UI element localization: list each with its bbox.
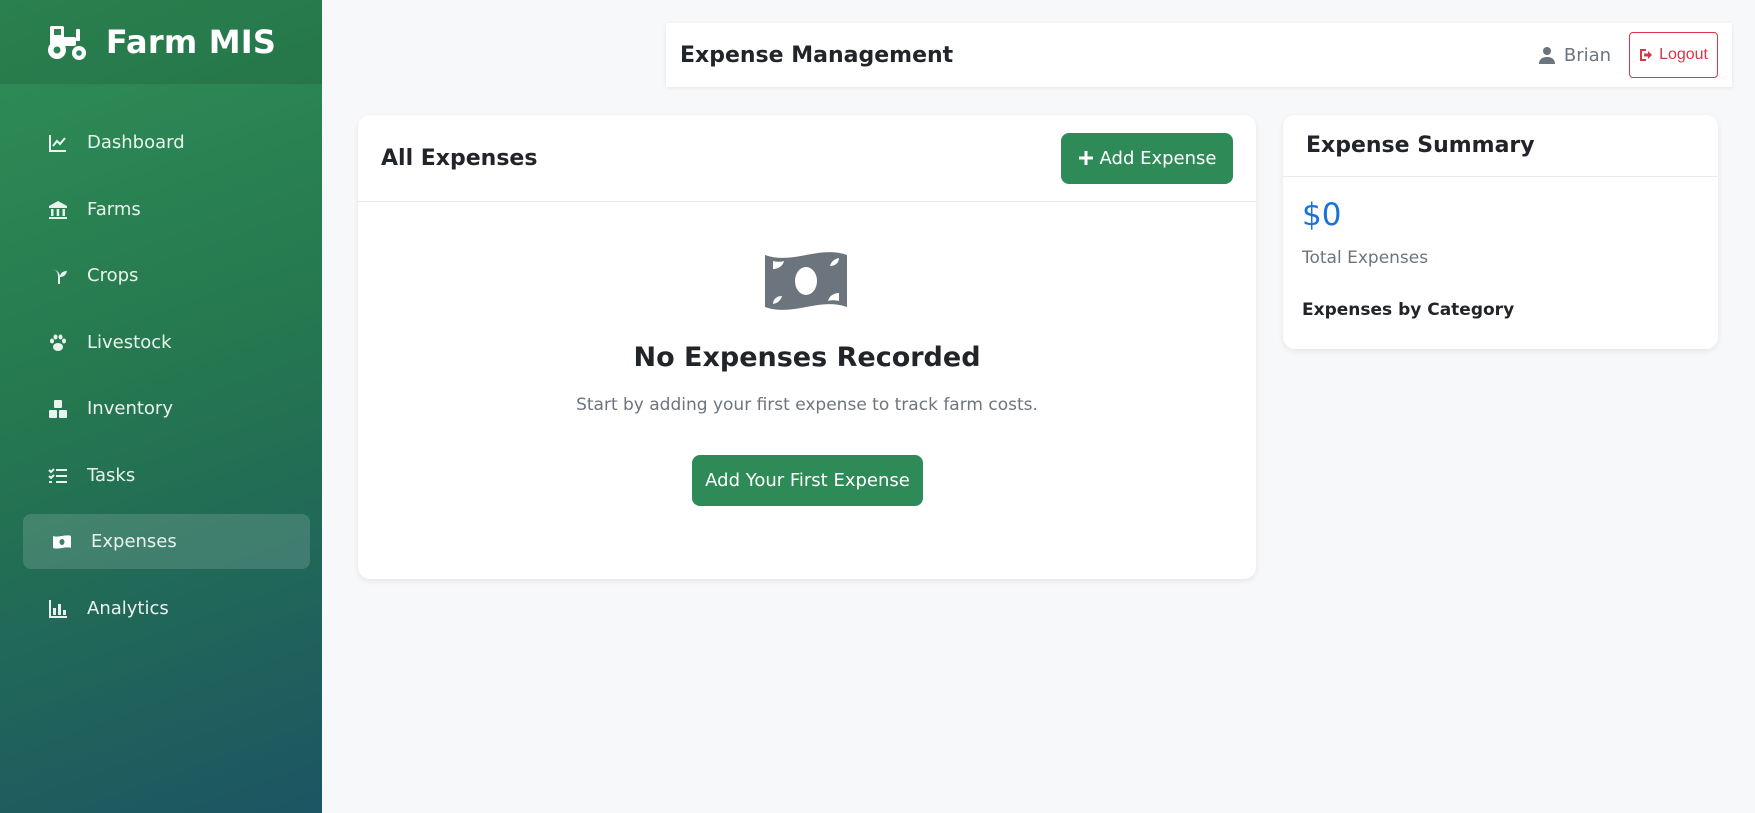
tractor-icon bbox=[47, 26, 86, 60]
seedling-icon bbox=[47, 265, 69, 287]
summary-header: Expense Summary bbox=[1283, 115, 1718, 177]
expenses-card-title: All Expenses bbox=[381, 145, 538, 171]
user-menu[interactable]: Brian bbox=[1538, 45, 1611, 66]
add-expense-label: Add Expense bbox=[1099, 147, 1217, 169]
sidebar-item-label: Livestock bbox=[87, 332, 172, 353]
total-expenses-label: Total Expenses bbox=[1302, 248, 1429, 268]
money-bill-icon bbox=[765, 252, 847, 310]
sidebar-item-label: Inventory bbox=[87, 398, 173, 419]
sidebar-item-label: Farms bbox=[87, 199, 141, 220]
building-icon bbox=[47, 199, 69, 221]
logout-button[interactable]: Logout bbox=[1629, 32, 1718, 78]
sidebar-item-livestock[interactable]: Livestock bbox=[23, 315, 310, 370]
sign-out-icon bbox=[1640, 49, 1653, 61]
top-header: Expense Management Brian Logout bbox=[666, 23, 1732, 87]
sidebar-item-analytics[interactable]: Analytics bbox=[23, 581, 310, 636]
sidebar-item-farms[interactable]: Farms bbox=[23, 182, 310, 237]
sidebar-item-label: Analytics bbox=[87, 598, 169, 619]
brand-name: Farm MIS bbox=[105, 23, 277, 61]
empty-description: Start by adding your first expense to tr… bbox=[576, 395, 1038, 415]
expenses-card-header: All Expenses Add Expense bbox=[358, 115, 1256, 202]
sidebar: Farm MIS Dashboard Farms Crops Livestock bbox=[0, 0, 322, 813]
sidebar-item-crops[interactable]: Crops bbox=[23, 248, 310, 303]
plus-icon bbox=[1078, 151, 1093, 165]
sidebar-item-label: Dashboard bbox=[87, 132, 185, 153]
expense-summary-card: Expense Summary $0 Total Expenses Expens… bbox=[1283, 115, 1718, 349]
sidebar-item-tasks[interactable]: Tasks bbox=[23, 448, 310, 503]
chart-bar-icon bbox=[47, 598, 69, 620]
sidebar-item-expenses[interactable]: Expenses bbox=[23, 514, 310, 569]
expenses-by-category-heading: Expenses by Category bbox=[1302, 300, 1515, 320]
logout-label: Logout bbox=[1659, 46, 1708, 63]
chart-line-icon bbox=[47, 132, 69, 154]
tasks-icon bbox=[47, 465, 69, 487]
money-bill-icon bbox=[51, 531, 73, 553]
expenses-card: All Expenses Add Expense No Expenses Rec… bbox=[358, 115, 1256, 579]
sidebar-item-inventory[interactable]: Inventory bbox=[23, 381, 310, 436]
sidebar-item-dashboard[interactable]: Dashboard bbox=[23, 115, 310, 170]
empty-title: No Expenses Recorded bbox=[633, 342, 981, 373]
user-name: Brian bbox=[1563, 44, 1612, 66]
brand[interactable]: Farm MIS bbox=[0, 0, 322, 85]
sidebar-item-label: Expenses bbox=[91, 531, 177, 552]
add-first-expense-button[interactable]: Add Your First Expense bbox=[692, 455, 923, 506]
user-icon bbox=[1538, 47, 1555, 64]
sidebar-item-label: Tasks bbox=[87, 465, 136, 486]
add-expense-button[interactable]: Add Expense bbox=[1061, 132, 1233, 184]
boxes-icon bbox=[47, 398, 69, 420]
paw-icon bbox=[47, 332, 69, 354]
sidebar-item-label: Crops bbox=[87, 265, 139, 286]
page-title: Expense Management bbox=[680, 42, 954, 68]
total-expenses-value: $0 bbox=[1302, 197, 1342, 233]
summary-title: Expense Summary bbox=[1306, 133, 1535, 158]
